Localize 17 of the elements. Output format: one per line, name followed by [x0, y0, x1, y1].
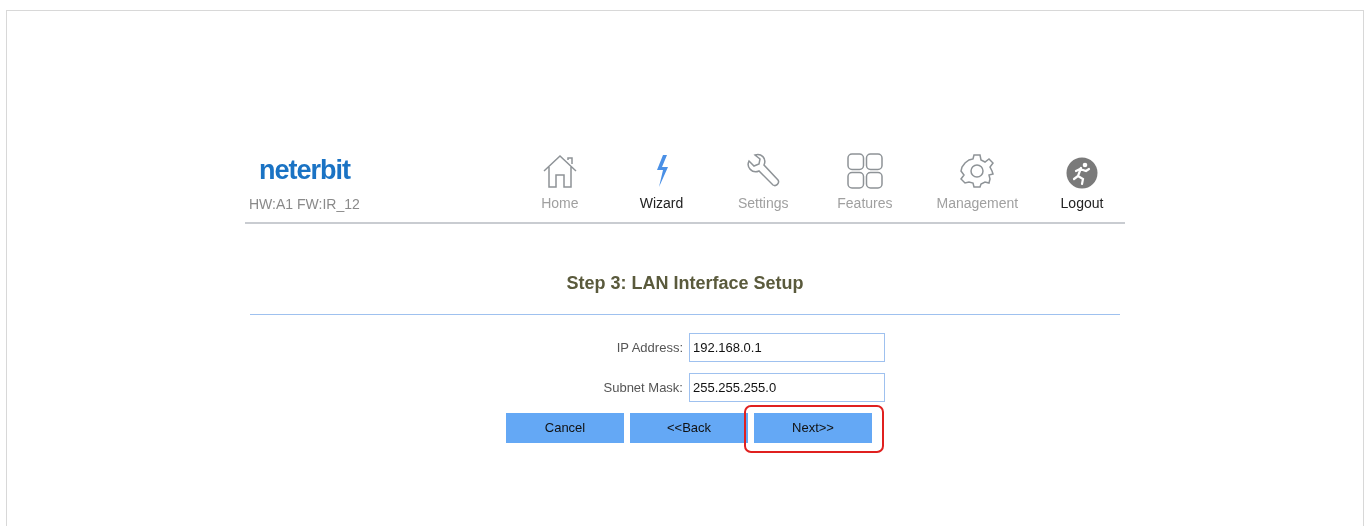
wizard-button[interactable]: Next>>	[754, 413, 872, 443]
version-text: HW:A1 FW:IR_12	[249, 195, 360, 214]
page-title: Step 3: LAN Interface Setup	[565, 272, 805, 295]
input-field[interactable]: 255.255.255.0	[689, 373, 885, 402]
nav-tab[interactable]: Wizard	[610, 153, 713, 222]
nav-tab[interactable]: Logout	[1038, 157, 1125, 222]
grid-icon	[846, 153, 883, 189]
gear-icon	[959, 153, 996, 189]
input-field[interactable]: 192.168.0.1	[689, 333, 885, 362]
wrench-icon	[745, 153, 782, 189]
field-label: IP Address:	[615, 338, 684, 357]
house-icon	[541, 153, 578, 189]
running-person-icon	[1065, 157, 1098, 189]
wizard-button[interactable]: <<Back	[630, 413, 748, 443]
field-label: Subnet Mask:	[602, 378, 684, 397]
brand-logo: neterbit	[259, 157, 350, 184]
wizard-button[interactable]: Cancel	[506, 413, 624, 443]
